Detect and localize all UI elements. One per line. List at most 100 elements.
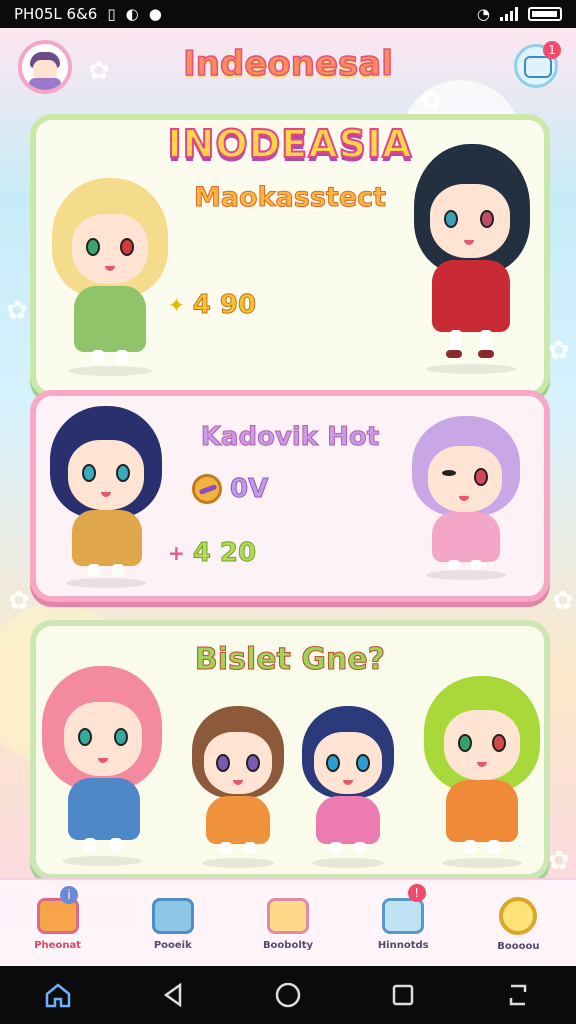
battery-icon xyxy=(528,7,562,21)
flower-decoration: ✿ xyxy=(548,846,570,876)
chibi-dark-hair-girl[interactable] xyxy=(406,144,536,374)
character-eye xyxy=(86,238,100,256)
character-eye xyxy=(356,754,370,772)
character-leg xyxy=(464,840,476,854)
character-shadow xyxy=(442,858,522,868)
camera-icon: ● xyxy=(148,5,162,23)
chat-badge: 1 xyxy=(543,41,561,59)
tab-pooeik[interactable]: Pooeik xyxy=(115,880,230,968)
chibi-brown-hair-girl[interactable] xyxy=(188,698,288,868)
chibi-blue-hair-girl[interactable] xyxy=(298,698,398,868)
character-leg xyxy=(92,350,104,364)
character-eye xyxy=(480,210,494,228)
chibi-navy-hair-girl[interactable] xyxy=(46,406,166,591)
status-time: PH05L 6&6 xyxy=(14,5,98,23)
card-1-subtitle: Maokasstect xyxy=(193,182,387,214)
character-face xyxy=(68,440,144,510)
character-eye xyxy=(82,464,96,482)
character-outfit xyxy=(206,796,270,844)
circle-home-icon[interactable] xyxy=(273,980,303,1010)
event-card-1[interactable]: INODEASIA Maokasstect ✦ 4 90 xyxy=(30,114,550,398)
card-3-subtitle: Bislet Gne? xyxy=(194,642,386,678)
home-icon[interactable] xyxy=(43,980,73,1010)
sync-icon: ◐ xyxy=(125,5,139,23)
character-shoe xyxy=(446,350,462,358)
character-leg xyxy=(330,842,342,854)
character-leg xyxy=(448,560,460,570)
plus-icon: + xyxy=(168,541,185,565)
profile-avatar-button[interactable] xyxy=(18,40,72,94)
wifi-icon: ◔ xyxy=(476,5,490,23)
card-2-stat: + 4 20 xyxy=(168,538,257,569)
character-face xyxy=(430,184,510,258)
character-leg xyxy=(88,564,100,576)
card-1-stat-value: 4 90 xyxy=(192,290,257,321)
card-2-coin-stat: 0V xyxy=(192,474,269,505)
character-shadow xyxy=(426,570,506,580)
event-card-2[interactable]: Kadovik Hot 0V + 4 20 xyxy=(30,390,550,602)
character-outfit xyxy=(74,286,146,352)
recents-icon[interactable] xyxy=(388,980,418,1010)
character-outfit xyxy=(432,260,510,332)
character-leg xyxy=(116,350,128,364)
chat-button[interactable]: 1 xyxy=(514,41,561,88)
character-leg xyxy=(112,564,124,576)
chibi-pink-hair-girl[interactable] xyxy=(42,666,162,866)
character-outfit xyxy=(432,512,500,562)
character-leg xyxy=(488,840,500,854)
search-icon xyxy=(499,896,538,935)
character-leg xyxy=(220,842,232,854)
character-eye xyxy=(474,468,488,486)
tab-badge: ! xyxy=(407,884,426,902)
character-shadow xyxy=(62,856,142,866)
chibi-green-hair-girl[interactable] xyxy=(422,672,542,868)
status-bar: PH05L 6&6 ▯ ◐ ● ◔ xyxy=(0,0,576,28)
character-eye xyxy=(326,754,340,772)
card-1-stat: ✦ 4 90 xyxy=(168,290,257,321)
character-leg xyxy=(110,838,122,852)
event-card-3[interactable]: Bislet Gne? xyxy=(30,620,550,880)
character-eye xyxy=(120,238,134,256)
chibi-blonde-girl[interactable] xyxy=(50,178,170,378)
tab-label: Boooou xyxy=(497,940,540,952)
star-house-icon xyxy=(151,897,194,934)
character-face xyxy=(428,446,502,512)
app-header: Indeonesal 1 xyxy=(0,28,576,112)
coin-icon xyxy=(192,474,222,504)
tab-home[interactable]: i Pheonat xyxy=(0,880,115,968)
tab-hinnotds[interactable]: ! Hinnotds xyxy=(346,880,461,968)
character-outfit xyxy=(72,510,142,566)
character-eye xyxy=(492,734,506,752)
character-eye xyxy=(458,734,472,752)
back-icon[interactable] xyxy=(158,980,188,1010)
avatar-shirt xyxy=(29,78,61,90)
flower-decoration: ✿ xyxy=(8,586,30,616)
tab-badge: i xyxy=(60,886,78,904)
chat-icon xyxy=(524,56,552,78)
character-leg xyxy=(354,842,366,854)
character-shadow xyxy=(426,364,516,374)
character-face xyxy=(444,710,520,780)
character-leg xyxy=(244,842,256,854)
chibi-lavender-hair-girl[interactable] xyxy=(406,416,526,581)
gift-box-icon xyxy=(267,897,309,934)
tab-boooou[interactable]: Boooou xyxy=(461,880,576,968)
character-eye xyxy=(114,728,128,746)
switch-app-icon[interactable] xyxy=(503,980,533,1010)
character-eye xyxy=(216,754,230,772)
app-title: Indeonesal xyxy=(182,43,393,85)
character-outfit xyxy=(68,778,140,840)
flower-decoration: ✿ xyxy=(552,586,574,616)
character-shadow xyxy=(68,366,152,376)
character-shadow xyxy=(312,858,384,868)
signal-icon xyxy=(500,7,518,21)
tab-label: Boobolty xyxy=(262,939,314,951)
character-eye xyxy=(78,728,92,746)
flower-decoration: ✿ xyxy=(6,296,28,326)
character-leg xyxy=(470,560,482,570)
character-leg xyxy=(84,838,96,852)
avatar-face xyxy=(33,60,57,80)
character-face xyxy=(72,214,148,284)
tab-boobolty[interactable]: Boobolty xyxy=(230,880,345,968)
card-2-subtitle: Kadovik Hot xyxy=(200,422,380,453)
